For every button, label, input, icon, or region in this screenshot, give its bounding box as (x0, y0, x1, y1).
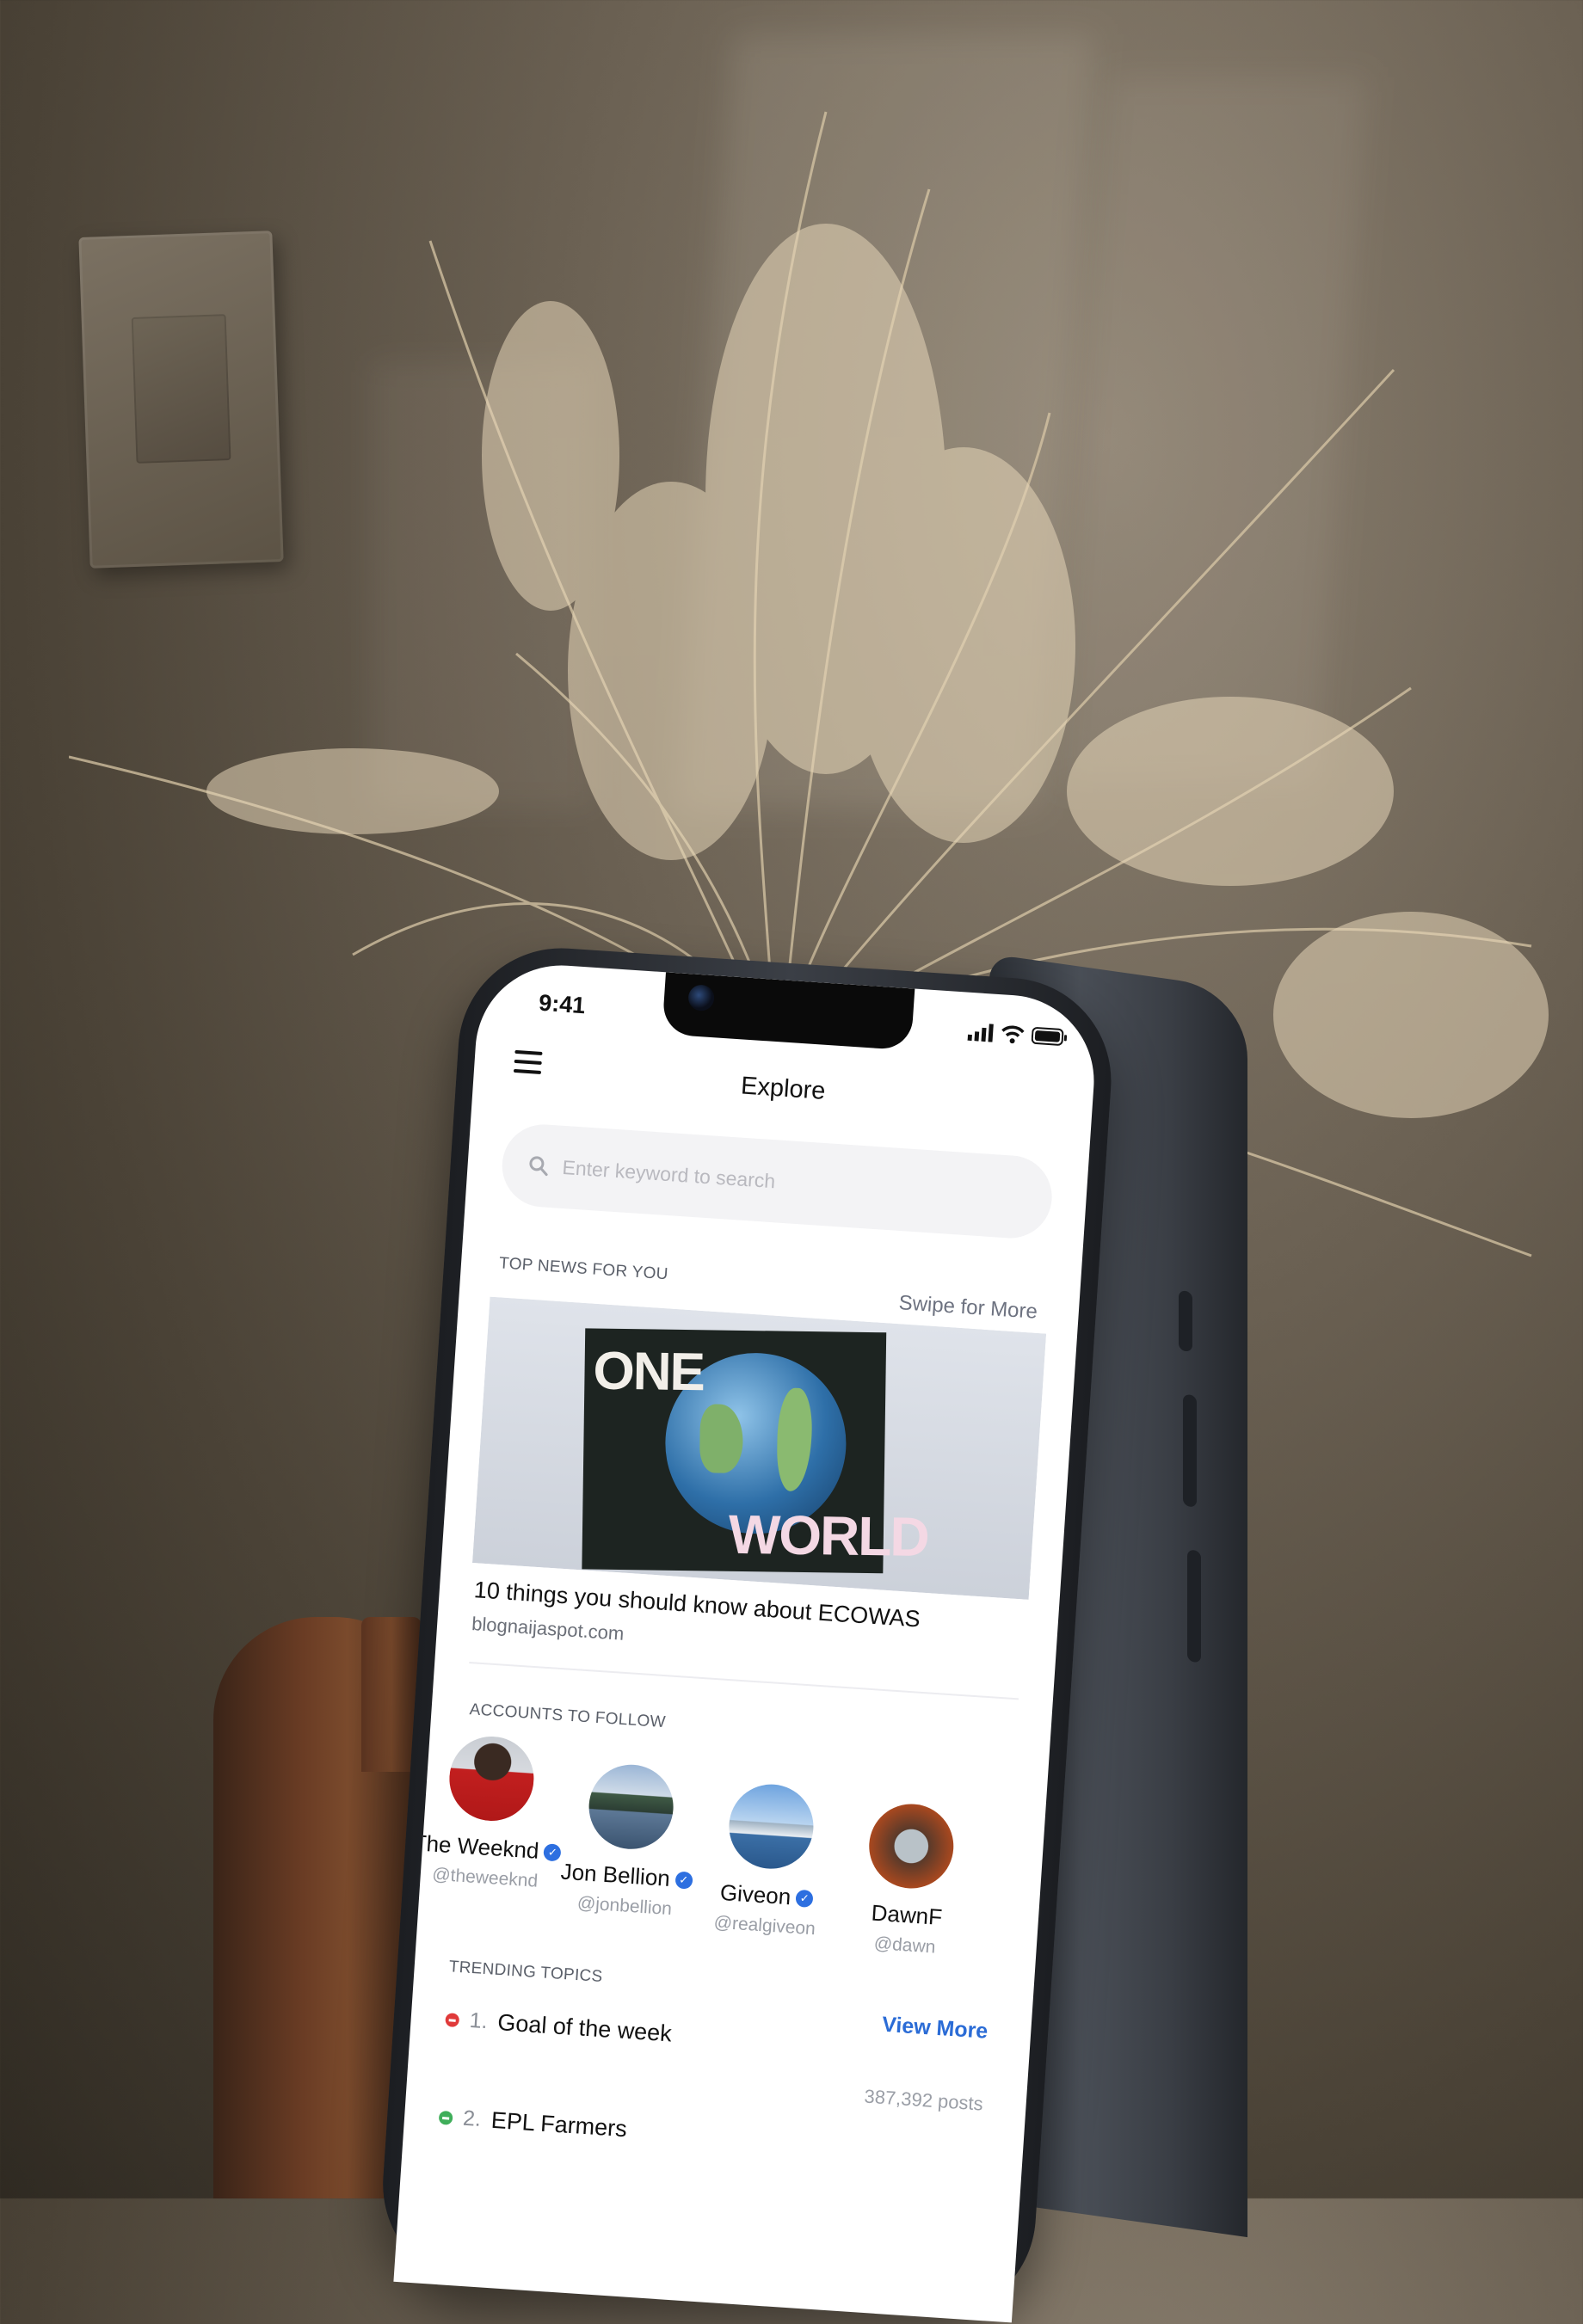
accounts-to-follow-label: ACCOUNTS TO FOLLOW (468, 1700, 667, 1732)
top-news-label: TOP NEWS FOR YOU (498, 1254, 669, 1284)
phone-volume-button (1183, 1393, 1197, 1508)
account-handle: @realgiveon (713, 1912, 816, 1940)
news-source: blognaijaspot.com (471, 1613, 625, 1645)
phone-side-button (1179, 1289, 1192, 1353)
flag-text-world: WORLD (728, 1503, 929, 1568)
account-handle: @jonbellion (576, 1892, 673, 1920)
topic-name: EPL Farmers (490, 2106, 628, 2143)
account-card[interactable]: DawnF @dawn (857, 1801, 961, 1959)
verified-badge-icon: ✓ (543, 1842, 563, 1862)
avatar (586, 1761, 676, 1852)
account-name: The Weeknd (411, 1829, 540, 1864)
cellular-signal-icon (967, 1024, 994, 1042)
news-image: ONE WORLD (471, 1296, 1047, 1600)
account-name: DawnF (870, 1899, 944, 1931)
phone-screen: 9:41 Explore Enter keyword to search TOP… (393, 960, 1099, 2323)
flag-text-one: ONE (593, 1341, 705, 1403)
section-divider (469, 1661, 1019, 1700)
trending-topics-label: TRENDING TOPICS (448, 1958, 604, 1987)
topic-rank: 1. (468, 2007, 489, 2034)
account-card[interactable]: Jon Bellion ✓ @jonbellion (560, 1761, 693, 1940)
search-icon (529, 1156, 548, 1177)
account-handle: @theweeknd (431, 1864, 539, 1891)
trend-up-icon (438, 2110, 453, 2125)
topic-rank: 2. (462, 2106, 482, 2131)
trending-topic-item[interactable]: 1. Goal of the week (445, 2006, 673, 2047)
phone-volume-button (1187, 1549, 1201, 1663)
page-title: Explore (740, 1072, 827, 1105)
trend-down-icon (445, 2012, 460, 2027)
account-name: Giveon (719, 1878, 792, 1910)
account-card[interactable]: The Weeknd ✓ @theweeknd (412, 1733, 563, 1931)
avatar (866, 1801, 957, 1891)
account-handle: @dawn (873, 1933, 937, 1958)
verified-badge-icon: ✓ (795, 1889, 814, 1908)
avatar (726, 1781, 816, 1872)
trending-topic-item[interactable]: 2. EPL Farmers (438, 2104, 628, 2143)
topic-post-count: 387,392 posts (863, 2085, 984, 2115)
swipe-for-more-link[interactable]: Swipe for More (898, 1291, 1038, 1325)
status-icons (967, 1022, 1069, 1048)
one-world-flag: ONE WORLD (582, 1328, 928, 1574)
account-card[interactable]: Giveon ✓ @realgiveon (713, 1781, 821, 1950)
verified-badge-icon: ✓ (674, 1870, 693, 1890)
account-name: Jon Bellion (559, 1858, 671, 1891)
search-bar[interactable] (499, 1122, 1055, 1241)
status-time: 9:41 (538, 989, 587, 1019)
topic-name: Goal of the week (496, 2009, 673, 2047)
accounts-list: The Weeknd ✓ @theweeknd Jon Bellion ✓ @j… (412, 1733, 964, 1959)
battery-icon (1031, 1027, 1068, 1046)
phone-mockup: 9:41 Explore Enter keyword to search TOP… (376, 941, 1118, 2324)
news-card[interactable]: ONE WORLD (471, 1296, 1047, 1600)
wifi-icon (1001, 1025, 1025, 1044)
avatar (447, 1733, 537, 1824)
search-input[interactable] (559, 1154, 909, 1202)
front-camera-icon (687, 984, 716, 1012)
view-more-link[interactable]: View More (881, 2013, 989, 2044)
